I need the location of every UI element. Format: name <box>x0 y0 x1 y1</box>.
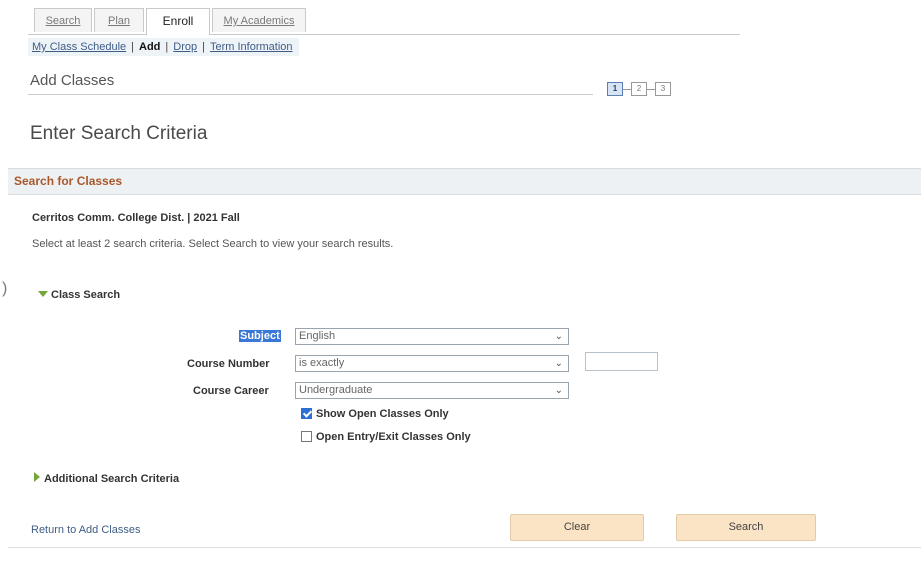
class-search-label: Class Search <box>51 289 121 301</box>
chevron-down-icon: ⌄ <box>554 358 563 369</box>
tab-enroll[interactable]: Enroll <box>146 8 210 35</box>
tab-my-academics[interactable]: My Academics <box>212 8 306 32</box>
tab-my-academics-label: My Academics <box>223 15 295 27</box>
course-number-operator-select[interactable]: is exactly ⌄ <box>295 355 569 372</box>
tab-enroll-label: Enroll <box>162 14 194 28</box>
bottom-divider <box>8 547 921 548</box>
step-3: 3 <box>655 82 671 96</box>
page-edge-bracket: ) <box>2 280 8 297</box>
tab-plan-label: Plan <box>107 15 131 27</box>
class-search-page: Search Plan Enroll My Academics My Class… <box>0 0 921 569</box>
institution-term: Cerritos Comm. College Dist. | 2021 Fall <box>32 212 240 224</box>
step-2: 2 <box>631 82 647 96</box>
return-to-add-classes-link[interactable]: Return to Add Classes <box>31 524 140 536</box>
step-connector <box>647 89 655 90</box>
open-entry-exit-checkbox[interactable] <box>301 431 312 442</box>
open-entry-exit-label: Open Entry/Exit Classes Only <box>316 431 471 443</box>
clear-button[interactable]: Clear <box>510 514 644 541</box>
subnav-drop[interactable]: Drop <box>173 41 197 53</box>
tab-plan[interactable]: Plan <box>94 8 144 32</box>
show-open-classes-label: Show Open Classes Only <box>316 408 449 420</box>
subject-value: English <box>299 330 336 342</box>
subnav-separator: | <box>165 41 169 53</box>
tab-search-label: Search <box>45 15 81 27</box>
show-open-classes-checkbox[interactable] <box>301 408 312 419</box>
subject-label-text: Subject <box>239 330 281 342</box>
step-1: 1 <box>607 82 623 96</box>
search-section-title: Search for Classes <box>14 174 123 188</box>
step-connector <box>623 89 631 90</box>
chevron-down-icon: ⌄ <box>554 385 563 396</box>
section-title: Enter Search Criteria <box>30 123 208 144</box>
search-button[interactable]: Search <box>676 514 816 541</box>
course-career-value: Undergraduate <box>299 384 373 396</box>
course-number-operator-value: is exactly <box>299 357 345 369</box>
course-career-select[interactable]: Undergraduate ⌄ <box>295 382 569 399</box>
page-title: Add Classes <box>30 72 115 89</box>
title-divider <box>28 94 593 95</box>
subnav-add: Add <box>139 41 161 53</box>
chevron-down-icon: ⌄ <box>554 331 563 342</box>
course-career-label: Course Career <box>193 385 269 397</box>
course-number-label: Course Number <box>187 358 270 370</box>
search-instructions: Select at least 2 search criteria. Selec… <box>32 238 394 250</box>
additional-search-criteria-toggle[interactable]: Additional Search Criteria <box>34 472 179 485</box>
subject-label: Subject <box>239 330 281 342</box>
subject-select[interactable]: English ⌄ <box>295 328 569 345</box>
expand-triangle-icon <box>34 472 40 482</box>
top-tabs: Search Plan Enroll My Academics <box>28 8 740 35</box>
additional-search-criteria-label: Additional Search Criteria <box>44 473 180 485</box>
course-number-input[interactable] <box>585 352 658 371</box>
subnav-my-class-schedule[interactable]: My Class Schedule <box>32 41 126 53</box>
open-entry-exit-row[interactable]: Open Entry/Exit Classes Only <box>301 431 471 443</box>
subnav-term-information[interactable]: Term Information <box>210 41 293 53</box>
tab-search[interactable]: Search <box>34 8 92 32</box>
search-section-header: Search for Classes <box>8 168 921 195</box>
subnav-separator: | <box>131 41 135 53</box>
show-open-classes-row[interactable]: Show Open Classes Only <box>301 408 449 420</box>
collapse-triangle-icon <box>38 291 48 297</box>
enroll-subnav: My Class Schedule | Add | Drop | Term Informat… <box>28 38 299 56</box>
subnav-separator: | <box>202 41 205 53</box>
class-search-toggle[interactable]: Class Search <box>38 289 120 301</box>
